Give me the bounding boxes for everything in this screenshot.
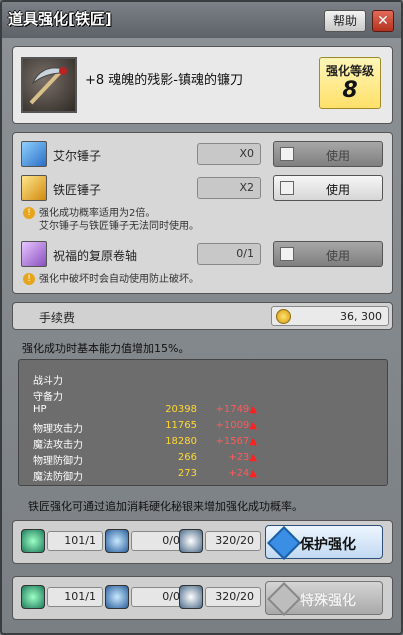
mithril-hint-text: 铁匠强化可通过追加消耗硬化秘银来增加强化成功概率。 [28,500,303,513]
stat-row-combat: 战斗力 [33,372,373,387]
stat-bonus: +1009▲ [183,420,257,431]
hammer-note-line1: 强化成功概率适用为2倍。 [39,208,156,219]
stat-bonus: +1567▲ [183,436,257,447]
material-row-el-hammer: 艾尔锤子 X0 使用 [13,139,394,169]
up-arrow-icon: ▲ [249,404,257,415]
up-arrow-icon: ▲ [249,436,257,447]
use-label: 使用 [325,149,350,163]
use-scroll-button[interactable]: 使用 [273,241,383,267]
stat-row-defense: 守备力 [33,388,373,403]
material-name: 铁匠锤子 [53,183,102,197]
white-crystal-icon [179,585,203,609]
materials-panel: 艾尔锤子 X0 使用 铁匠锤子 X2 使用 ! 强化成功概率适用为2倍。 艾尔锤子… [12,132,393,294]
protect-enhance-row: 101/1 0/0 320/20 保护强化 [12,520,393,564]
material-count: X2 [197,177,261,199]
stat-row-phys-atk: 物理攻击力 11765 +1009▲ [33,420,373,435]
help-button[interactable]: 帮助 [324,10,366,32]
fee-value-box: 36, 300 [271,306,389,326]
use-el-hammer-button[interactable]: 使用 [273,141,383,167]
fee-label: 手续费 [39,311,76,325]
fee-bar: 手续费 36, 300 [12,302,393,330]
scroll-note: ! 强化中破坏时会自动使用防止破坏。 [23,273,199,286]
enhance-level-box: 强化等级 8 [319,57,381,109]
hammer-note-line2: 艾尔锤子与铁匠锤子无法同时使用。 [39,221,199,232]
success-info-text: 强化成功时基本能力值增加15%。 [22,342,190,355]
diamond-icon [267,526,301,560]
hammer-note: ! 强化成功概率适用为2倍。 艾尔锤子与铁匠锤子无法同时使用。 [23,207,199,233]
use-smith-hammer-button[interactable]: 使用 [273,175,383,201]
item-panel: +8 魂魄的残影-镇魂的镰刀 强化等级 8 [12,46,393,124]
blue-hammer-icon [21,141,47,167]
stat-bonus-value: +23 [228,452,250,463]
gear-badge-icon [267,582,301,616]
material-name: 祝福的复原卷轴 [53,249,138,263]
window-title: 道具强化[铁匠] [8,10,112,28]
protect-enhance-label: 保护强化 [300,537,356,553]
blue-crystal-icon [105,585,129,609]
stat-label: HP [33,404,47,415]
info-icon: ! [23,207,35,219]
special-enhance-row: 101/1 0/0 320/20 特殊强化 [12,576,393,620]
fee-amount: 36, 300 [340,310,382,323]
gold-coin-icon [276,309,291,324]
stat-bonus-value: +24 [228,468,250,479]
up-arrow-icon: ▲ [249,468,257,479]
white-crystal-icon [179,529,203,553]
scythe-item-icon [21,57,77,113]
stat-bonus: +23▲ [183,452,257,463]
slot-count: 320/20 [205,587,261,607]
slot-count: 320/20 [205,531,261,551]
item-name: +8 魂魄的残影-镇魂的镰刀 [85,73,243,88]
material-count: 0/1 [197,243,261,265]
slot-green-crystal[interactable]: 101/1 [21,585,103,611]
slot-white-crystal[interactable]: 320/20 [179,529,261,555]
up-arrow-icon: ▲ [249,420,257,431]
enhance-window: 道具强化[铁匠] 帮助 ✕ +8 魂魄的残影-镇魂的镰刀 强化等级 8 艾尔锤子… [0,0,403,635]
slot-count: 101/1 [47,587,103,607]
blue-crystal-icon [105,529,129,553]
material-name: 艾尔锤子 [53,149,102,163]
stat-row-mag-def: 魔法防御力 273 +24▲ [33,468,373,483]
close-button[interactable]: ✕ [372,10,394,32]
gold-hammer-icon [21,175,47,201]
stat-label: 魔法防御力 [33,472,83,483]
slot-blue-crystal[interactable]: 0/0 [105,585,187,611]
slot-white-crystal[interactable]: 320/20 [179,585,261,611]
stat-label: 物理防御力 [33,456,83,467]
stat-label: 魔法攻击力 [33,440,83,451]
info-icon: ! [23,273,35,285]
stats-panel: 战斗力 守备力 HP 20398 +1749▲ 物理攻击力 11765 +100… [18,359,388,486]
stat-row-phys-def: 物理防御力 266 +23▲ [33,452,373,467]
material-row-scroll: 祝福的复原卷轴 0/1 使用 [13,239,394,269]
stat-label: 战斗力 [33,376,63,387]
stat-row-hp: HP 20398 +1749▲ [33,404,373,417]
stat-row-mag-atk: 魔法攻击力 18280 +1567▲ [33,436,373,451]
slot-blue-crystal[interactable]: 0/0 [105,529,187,555]
stat-bonus-value: +1749 [215,404,250,415]
stat-bonus: +1749▲ [183,404,257,415]
green-crystal-icon [21,529,45,553]
use-label: 使用 [325,183,350,197]
material-count: X0 [197,143,261,165]
special-enhance-label: 特殊强化 [300,593,356,609]
scroll-icon [21,241,47,267]
enhance-level-value: 8 [342,78,358,103]
protect-enhance-button[interactable]: 保护强化 [265,525,383,560]
green-crystal-icon [21,585,45,609]
up-arrow-icon: ▲ [249,452,257,463]
stat-bonus-value: +1009 [215,420,250,431]
special-enhance-button[interactable]: 特殊强化 [265,581,383,616]
stat-bonus-value: +1567 [215,436,250,447]
material-row-smith-hammer: 铁匠锤子 X2 使用 [13,173,394,203]
title-bar[interactable]: 道具强化[铁匠] 帮助 ✕ [2,2,401,38]
slot-count: 101/1 [47,531,103,551]
stat-label: 物理攻击力 [33,424,83,435]
scroll-note-text: 强化中破坏时会自动使用防止破坏。 [39,274,199,285]
stat-bonus: +24▲ [183,468,257,479]
slot-green-crystal[interactable]: 101/1 [21,529,103,555]
stat-label: 守备力 [33,392,63,403]
enhance-level-label: 强化等级 [325,64,374,78]
use-label: 使用 [325,249,350,263]
